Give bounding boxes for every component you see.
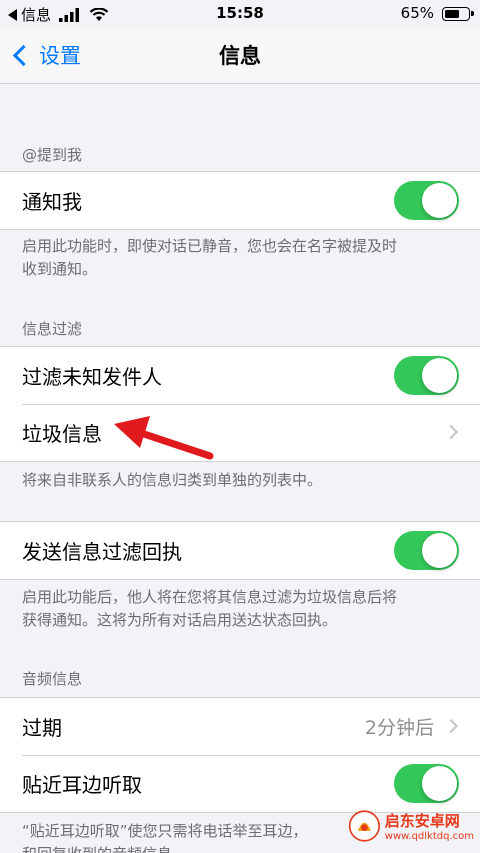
page-title: 信息 [219, 44, 261, 68]
battery-nub [471, 11, 474, 16]
toggle-knob [422, 183, 457, 218]
chevron-right-icon [443, 424, 459, 440]
send-receipt-footer-line-2: 获得通知。这将为所有对话启用送达状态回执。 [22, 611, 338, 629]
watermark-logo-icon [348, 810, 380, 842]
notify-me-row: 通知我 [0, 172, 480, 229]
filter-unknown-row: 过滤未知发件人 [0, 347, 480, 404]
section-header-filtering: 信息过滤 [22, 320, 83, 338]
filtering-footer: 将来自非联系人的信息归类到单独的列表中。 [22, 471, 323, 489]
notify-me-label: 通知我 [22, 190, 82, 214]
section-header-mentions: @提到我 [22, 146, 83, 164]
mentions-footer-line-1: 启用此功能时，即使对话已静音，您也会在名字被提及时 [22, 237, 398, 255]
toggle-knob [422, 358, 457, 393]
battery-percent: 65% [400, 4, 434, 22]
mentions-footer: 启用此功能时，即使对话已静音，您也会在名字被提及时 收到通知。 [22, 235, 458, 281]
settings-messages-screen: 信息 15:58 65% 设置 信息 @提到我 通知我 启用此功能时，即使对话已… [0, 0, 480, 853]
raise-to-listen-toggle[interactable] [394, 764, 459, 803]
status-bar: 信息 15:58 65% [0, 0, 480, 28]
chevron-right-icon [443, 718, 459, 734]
junk-messages-label: 垃圾信息 [22, 422, 102, 446]
expire-value: 2分钟后 [364, 717, 434, 739]
mentions-group: 通知我 [0, 171, 480, 230]
audio-group: 过期 2分钟后 贴近耳边听取 [0, 697, 480, 813]
notify-me-toggle[interactable] [394, 181, 459, 220]
filtering-group: 过滤未知发件人 垃圾信息 [0, 346, 480, 462]
send-receipt-group: 发送信息过滤回执 [0, 521, 480, 580]
watermark-text: 启东安卓网 www.qdlktdq.com [385, 810, 474, 842]
watermark: 启东安卓网 www.qdlktdq.com [348, 803, 474, 849]
send-receipt-label: 发送信息过滤回执 [22, 540, 182, 564]
toggle-knob [422, 533, 457, 568]
watermark-url: www.qdlktdq.com [384, 831, 474, 842]
expire-row[interactable]: 过期 2分钟后 [0, 698, 480, 755]
raise-to-listen-label: 贴近耳边听取 [22, 773, 142, 797]
filter-unknown-toggle[interactable] [394, 356, 459, 395]
filter-unknown-label: 过滤未知发件人 [22, 365, 162, 389]
send-receipt-toggle[interactable] [394, 531, 459, 570]
expire-label: 过期 [22, 716, 62, 740]
send-receipt-row: 发送信息过滤回执 [0, 522, 480, 579]
watermark-name: 启东安卓网 [384, 812, 460, 830]
battery-icon [442, 7, 474, 21]
toggle-knob [422, 766, 457, 801]
section-header-audio: 音频信息 [22, 670, 83, 688]
junk-messages-row[interactable]: 垃圾信息 [0, 404, 480, 461]
navigation-bar: 设置 信息 [0, 28, 480, 84]
send-receipt-footer-line-1: 启用此功能后，他人将在您将其信息过滤为垃圾信息后将 [22, 588, 398, 606]
battery-fill [445, 10, 459, 18]
send-receipt-footer: 启用此功能后，他人将在您将其信息过滤为垃圾信息后将 获得通知。这将为所有对话启用… [22, 586, 458, 632]
mentions-footer-line-2: 收到通知。 [22, 260, 98, 278]
